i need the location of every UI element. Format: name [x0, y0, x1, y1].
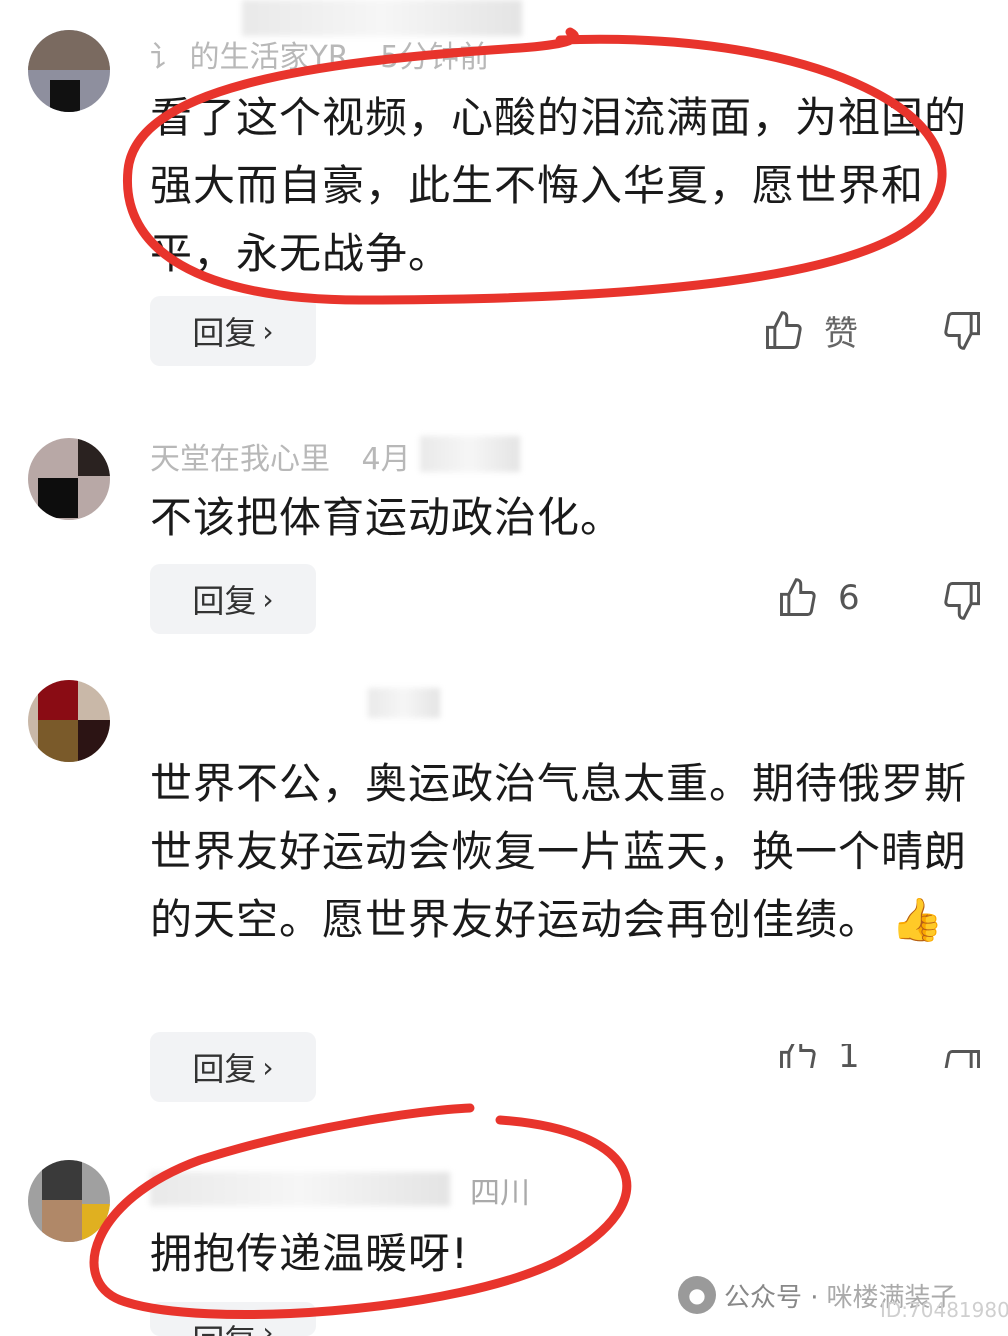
thumbs-down-icon: [944, 1050, 980, 1068]
thumbs-up-icon: [766, 310, 802, 349]
like-label: 赞: [824, 314, 858, 354]
avatar[interactable]: [28, 438, 110, 520]
comment-username[interactable]: 天堂在我心里 4月: [150, 434, 411, 478]
thumbs-up-icon: [780, 578, 816, 616]
comment-text: 世界不公，奥运政治气息太重。期待俄罗斯世界友好运动会恢复一片蓝天，换一个晴朗的天…: [150, 759, 968, 944]
wechat-icon: ●: [678, 1276, 716, 1314]
reply-button[interactable]: 回复›: [150, 1032, 316, 1102]
comment-time: 4月: [361, 442, 411, 477]
avatar[interactable]: [28, 1160, 110, 1242]
like-button[interactable]: 6: [776, 576, 860, 620]
avatar[interactable]: [28, 680, 110, 762]
dislike-button[interactable]: [940, 578, 984, 622]
watermark-id: ID:70481980: [880, 1298, 1008, 1322]
redaction: [150, 1172, 450, 1206]
reply-button[interactable]: 回复›: [150, 296, 316, 366]
comment-time: 5分钟前: [380, 40, 490, 75]
redaction: [242, 0, 522, 36]
thumbs-up-icon: [780, 1044, 816, 1068]
reply-button[interactable]: 回复›: [150, 1302, 316, 1336]
watermark-label: 公众号 ·: [724, 1282, 819, 1313]
comment-location: 四川: [470, 1176, 530, 1211]
comment-text: 看了这个视频，心酸的泪流满面，为祖国的强大而自豪，此生不悔入华夏，愿世界和平，永…: [150, 93, 968, 278]
like-button[interactable]: 1: [776, 1044, 860, 1068]
like-count: 1: [838, 1044, 860, 1068]
redaction: [368, 688, 440, 718]
reply-button[interactable]: 回复›: [150, 564, 316, 634]
dislike-button[interactable]: [940, 308, 984, 352]
thumbs-down-icon: [944, 582, 980, 620]
thumbs-down-icon: [944, 312, 980, 350]
comment-text: 不该把体育运动政治化。: [150, 493, 624, 542]
like-button[interactable]: 赞: [762, 306, 858, 355]
thumbs-up-emoji: 👍: [891, 895, 945, 944]
comment-username[interactable]: 讠 的生活家YR 5分钟前: [150, 32, 489, 76]
like-count: 6: [838, 578, 860, 618]
dislike-button[interactable]: [940, 1046, 984, 1068]
redaction: [420, 436, 520, 472]
avatar[interactable]: [28, 30, 110, 112]
